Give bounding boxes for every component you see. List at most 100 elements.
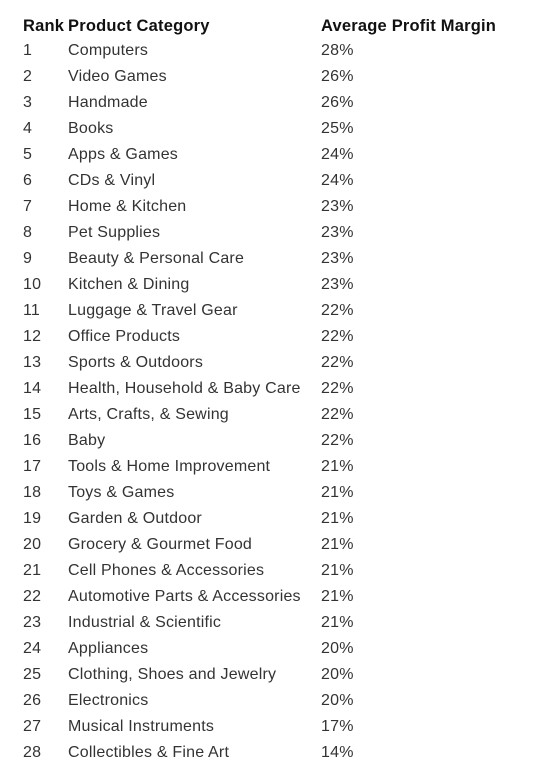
margin-cell: 22% [321,354,354,371]
rank-cell: 2 [23,68,33,85]
rank-cell: 5 [23,146,33,163]
category-cell: Handmade [68,94,148,111]
margin-cell: 22% [321,328,354,345]
table-row: 28 Collectibles & Fine Art 14% [23,740,496,766]
category-cell: Beauty & Personal Care [68,250,245,267]
margin-cell: 26% [321,94,354,111]
table-row: 12 Office Products 22% [23,324,496,350]
category-cell: Tools & Home Improvement [68,458,271,475]
category-cell: Video Games [68,68,167,85]
rank-cell: 26 [23,692,42,709]
table-row: 5 Apps & Games 24% [23,142,496,168]
margin-cell: 28% [321,42,354,59]
table-row: 16 Baby 22% [23,428,496,454]
header-average-profit-margin: Average Profit Margin [321,16,497,35]
category-cell: Computers [68,42,149,59]
margin-cell: 17% [321,718,354,735]
table-row: 25 Clothing, Shoes and Jewelry 20% [23,662,496,688]
rank-cell: 15 [23,406,42,423]
category-cell: Luggage & Travel Gear [68,302,238,319]
category-cell: Home & Kitchen [68,198,187,215]
margin-cell: 23% [321,276,354,293]
rank-cell: 8 [23,224,33,241]
rank-cell: 1 [23,42,33,59]
rank-cell: 10 [23,276,42,293]
margin-cell: 24% [321,172,354,189]
category-cell: Arts, Crafts, & Sewing [68,406,229,423]
rank-cell: 23 [23,614,42,631]
category-cell: Apps & Games [68,146,179,163]
table-row: 14 Health, Household & Baby Care 22% [23,376,496,402]
margin-cell: 21% [321,536,354,553]
category-cell: Electronics [68,692,149,709]
table-row: 19 Garden & Outdoor 21% [23,506,496,532]
margin-cell: 21% [321,510,354,527]
category-cell: Automotive Parts & Accessories [68,588,301,605]
table-row: 17 Tools & Home Improvement 21% [23,454,496,480]
rank-cell: 13 [23,354,42,371]
rank-cell: 21 [23,562,42,579]
table-row: 7 Home & Kitchen 23% [23,194,496,220]
rank-cell: 12 [23,328,42,345]
rank-cell: 28 [23,744,42,761]
margin-cell: 20% [321,640,354,657]
table-row: 2 Video Games 26% [23,64,496,90]
category-cell: CDs & Vinyl [68,172,156,189]
margin-cell: 23% [321,224,354,241]
margin-cell: 25% [321,120,354,137]
table-row: 21 Cell Phones & Accessories 21% [23,558,496,584]
margin-cell: 22% [321,406,354,423]
table-row: 4 Books 25% [23,116,496,142]
table-row: 3 Handmade 26% [23,90,496,116]
table-row: 22 Automotive Parts & Accessories 21% [23,584,496,610]
rank-cell: 17 [23,458,42,475]
table-row: 24 Appliances 20% [23,636,496,662]
header-rank: Rank [23,16,65,35]
category-cell: Baby [68,432,106,449]
category-cell: Books [68,120,114,137]
rank-cell: 27 [23,718,42,735]
category-cell: Collectibles & Fine Art [68,744,230,761]
table-row: 27 Musical Instruments 17% [23,714,496,740]
margin-cell: 24% [321,146,354,163]
rank-cell: 9 [23,250,33,267]
table-row: 13 Sports & Outdoors 22% [23,350,496,376]
rank-cell: 18 [23,484,42,501]
rank-cell: 25 [23,666,42,683]
table-row: 10 Kitchen & Dining 23% [23,272,496,298]
category-cell: Health, Household & Baby Care [68,380,301,397]
rank-cell: 11 [23,302,41,319]
margin-cell: 22% [321,380,354,397]
margin-cell: 20% [321,666,354,683]
margin-cell: 22% [321,432,354,449]
table-body: 1 Computers 28% 2 Video Games 26% 3 Handmade 26%… [23,38,496,766]
rank-cell: 4 [23,120,33,137]
margin-cell: 21% [321,614,354,631]
table-row: 11 Luggage & Travel Gear 22% [23,298,496,324]
table-row: 23 Industrial & Scientific 21% [23,610,496,636]
category-cell: Musical Instruments [68,718,215,735]
margin-cell: 21% [321,484,354,501]
margin-cell: 26% [321,68,354,85]
rank-cell: 7 [23,198,33,215]
margin-cell: 20% [321,692,354,709]
rank-cell: 24 [23,640,42,657]
table-row: 6 CDs & Vinyl 24% [23,168,496,194]
margin-cell: 22% [321,302,354,319]
category-cell: Sports & Outdoors [68,354,204,371]
rank-cell: 22 [23,588,42,605]
rank-cell: 20 [23,536,42,553]
table-header-row: Rank Product Category Average Profit Mar… [23,14,496,38]
category-cell: Pet Supplies [68,224,161,241]
rank-cell: 16 [23,432,42,449]
table-row: 8 Pet Supplies 23% [23,220,496,246]
table-row: 9 Beauty & Personal Care 23% [23,246,496,272]
category-cell: Cell Phones & Accessories [68,562,265,579]
table-row: 20 Grocery & Gourmet Food 21% [23,532,496,558]
header-product-category: Product Category [68,16,210,35]
margin-cell: 21% [321,562,354,579]
category-cell: Clothing, Shoes and Jewelry [68,666,277,683]
table-row: 1 Computers 28% [23,38,496,64]
rank-cell: 6 [23,172,33,189]
table-row: 26 Electronics 20% [23,688,496,714]
